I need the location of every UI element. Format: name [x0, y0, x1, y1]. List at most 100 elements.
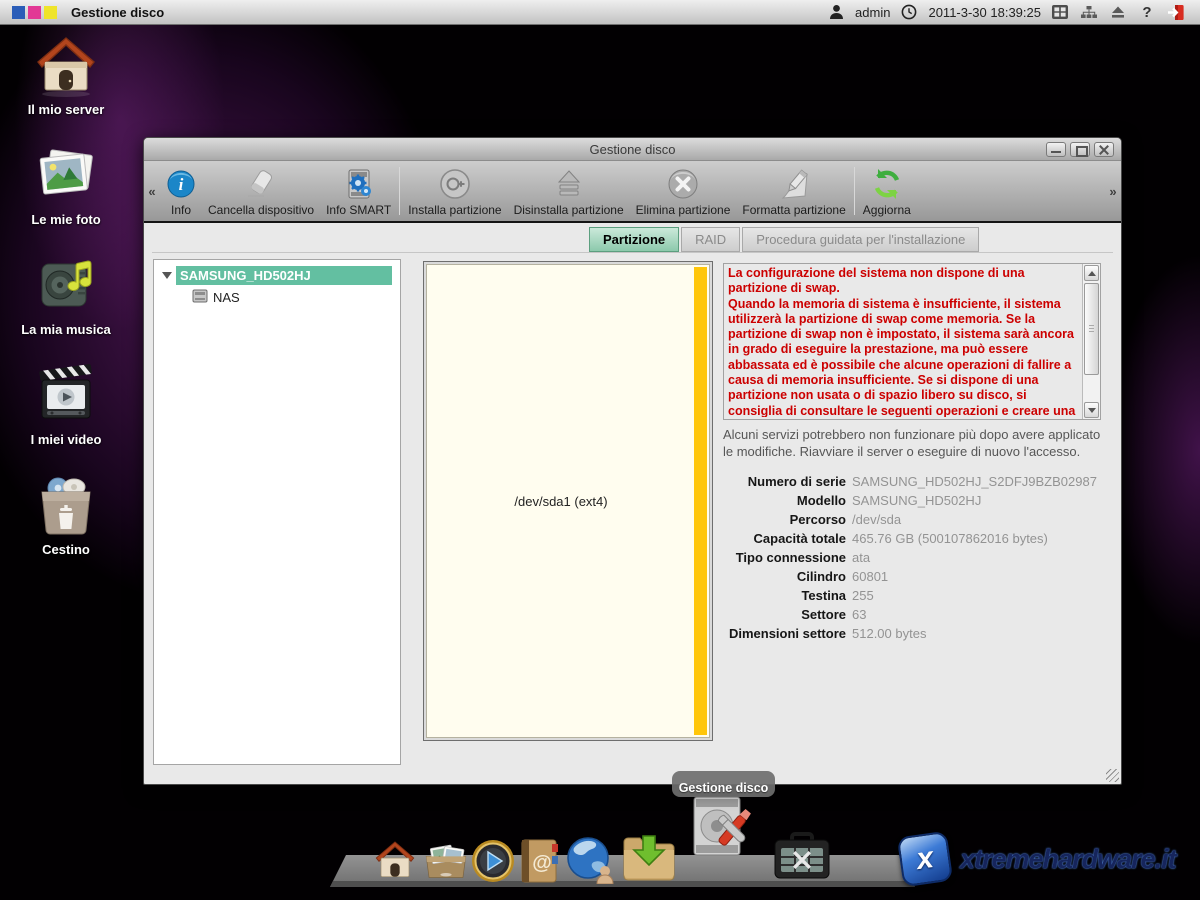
svg-text:i: i: [179, 175, 184, 194]
dock-toolbox-icon[interactable]: [772, 832, 832, 887]
logged-user[interactable]: admin: [855, 5, 890, 20]
warning-scrollbar[interactable]: [1082, 264, 1100, 419]
toolbar-label: Formatta partizione: [742, 203, 845, 217]
disk-management-window: Gestione disco « i Info Cancella disposi…: [143, 137, 1122, 785]
detail-value: 512.00 bytes: [852, 626, 926, 641]
smart-info-button[interactable]: Info SMART: [320, 161, 397, 221]
detail-value: 63: [852, 607, 866, 622]
dock-tooltip: Gestione disco: [672, 771, 775, 797]
system-datetime: 2011-3-30 18:39:25: [928, 5, 1041, 20]
dock-tooltip-label: Gestione disco: [679, 781, 769, 795]
detail-label: Settore: [723, 607, 846, 622]
info-button[interactable]: i Info: [160, 161, 202, 221]
desktop-shortcuts: Il mio server Le mie foto: [8, 32, 124, 582]
close-button[interactable]: [1094, 142, 1114, 157]
toolbar-scroll-left-icon[interactable]: «: [144, 161, 160, 221]
shortcut-trash[interactable]: Cestino: [8, 472, 124, 582]
tree-device-row[interactable]: SAMSUNG_HD502HJ: [162, 266, 392, 285]
toolbar-scroll-right-icon[interactable]: »: [1105, 161, 1121, 221]
detail-row: Numero di serieSAMSUNG_HD502HJ_S2DFJ9BZB…: [723, 472, 1101, 491]
scrollbar-thumb[interactable]: [1084, 283, 1099, 375]
detail-label: Percorso: [723, 512, 846, 527]
toolbar-label: Info SMART: [326, 203, 391, 217]
partition-free-space-strip[interactable]: [694, 267, 707, 735]
apps-grid-icon[interactable]: [1050, 3, 1070, 21]
toolbar-separator: [854, 167, 855, 215]
scroll-down-icon[interactable]: [1084, 402, 1099, 418]
erase-device-button[interactable]: Cancella dispositivo: [202, 161, 320, 221]
dock-photos-icon[interactable]: [422, 842, 470, 887]
uninstall-partition-button[interactable]: Disinstalla partizione: [508, 161, 630, 221]
watermark-text: xtremehardware.it: [960, 844, 1176, 875]
format-partition-button[interactable]: Formatta partizione: [736, 161, 851, 221]
tab-installation-wizard[interactable]: Procedura guidata per l'installazione: [742, 227, 979, 252]
detail-row: Dimensioni settore 512.00 bytes: [723, 624, 1101, 643]
uninstall-partition-icon: [553, 165, 585, 203]
disk-details: Numero di serieSAMSUNG_HD502HJ_S2DFJ9BZB…: [723, 472, 1101, 643]
shortcut-my-music[interactable]: La mia musica: [8, 252, 124, 362]
toolbar-label: Cancella dispositivo: [208, 203, 314, 217]
shortcut-my-photos[interactable]: Le mie foto: [8, 142, 124, 252]
dock-home-icon[interactable]: [372, 838, 418, 887]
shortcut-label: I miei video: [8, 432, 124, 447]
logout-icon[interactable]: [1166, 3, 1186, 21]
top-menu-bar: Gestione disco admin 2011-3-30 18:39:25 …: [0, 0, 1200, 25]
partition-region[interactable]: /dev/sda1 (ext4): [426, 264, 710, 738]
scroll-up-icon[interactable]: [1084, 265, 1099, 281]
warning-paragraph: La configurazione del sistema non dispon…: [728, 266, 1078, 297]
format-partition-icon: [777, 165, 811, 203]
detail-row: Percorso/dev/sda: [723, 510, 1101, 529]
detail-row: Testina255: [723, 586, 1101, 605]
detail-label: Modello: [723, 493, 846, 508]
tree-expand-icon[interactable]: [162, 272, 172, 279]
shortcut-label: Il mio server: [8, 102, 124, 117]
detail-label: Dimensioni settore: [723, 626, 846, 641]
detail-row: Settore 63: [723, 605, 1101, 624]
detail-value: ata: [852, 550, 870, 565]
minimize-button[interactable]: [1046, 142, 1066, 157]
top-bar-title: Gestione disco: [71, 5, 164, 20]
detail-label: Capacità totale: [723, 531, 846, 546]
video-icon: [8, 362, 124, 428]
delete-partition-button[interactable]: Elimina partizione: [630, 161, 737, 221]
window-titlebar[interactable]: Gestione disco: [144, 138, 1121, 161]
tab-raid[interactable]: RAID: [681, 227, 740, 252]
dock-player-icon[interactable]: [470, 838, 516, 889]
dock-contacts-icon[interactable]: @: [518, 838, 560, 889]
partition-map[interactable]: /dev/sda1 (ext4): [423, 261, 713, 741]
device-tree-panel: SAMSUNG_HD502HJ NAS: [153, 259, 401, 765]
network-map-icon[interactable]: [1079, 3, 1099, 21]
tree-device-label[interactable]: SAMSUNG_HD502HJ: [176, 266, 392, 285]
trash-icon: [8, 472, 124, 538]
help-icon[interactable]: ?: [1137, 3, 1157, 21]
tab-partizione[interactable]: Partizione: [589, 227, 679, 252]
eject-icon[interactable]: [1108, 3, 1128, 21]
refresh-button[interactable]: Aggiorna: [857, 161, 917, 221]
delete-partition-icon: [666, 165, 700, 203]
home-icon: [8, 32, 124, 98]
tree-volume-label: NAS: [213, 290, 240, 305]
tree-volume-row[interactable]: NAS: [192, 289, 392, 306]
maximize-button[interactable]: [1070, 142, 1090, 157]
dock-download-icon[interactable]: [620, 828, 678, 887]
detail-label: Testina: [723, 588, 846, 603]
hdd-icon: [192, 289, 208, 306]
site-watermark: x xtremehardware.it: [900, 834, 1176, 884]
dock-disk-tools-icon[interactable]: [686, 793, 760, 868]
detail-row: Capacità totale 465.76 GB (500107862016 b…: [723, 529, 1101, 548]
photos-icon: [8, 142, 124, 208]
shortcut-my-videos[interactable]: I miei video: [8, 362, 124, 472]
window-resize-grip[interactable]: [1106, 769, 1119, 782]
smart-icon: [343, 165, 375, 203]
shortcut-my-server[interactable]: Il mio server: [8, 32, 124, 142]
warning-paragraph: Quando la memoria di sistema è insuffici…: [728, 297, 1078, 417]
info-icon: i: [166, 165, 196, 203]
dock-network-icon[interactable]: [564, 836, 616, 889]
detail-label: Cilindro: [723, 569, 846, 584]
detail-value: 465.76 GB (500107862016 bytes): [852, 531, 1048, 546]
install-partition-button[interactable]: Installa partizione: [402, 161, 507, 221]
detail-value: SAMSUNG_HD502HJ: [852, 493, 981, 508]
detail-label: Numero di serie: [723, 474, 846, 489]
swap-warning-box: La configurazione del sistema non dispon…: [723, 263, 1101, 420]
detail-label: Tipo connessione: [723, 550, 846, 565]
